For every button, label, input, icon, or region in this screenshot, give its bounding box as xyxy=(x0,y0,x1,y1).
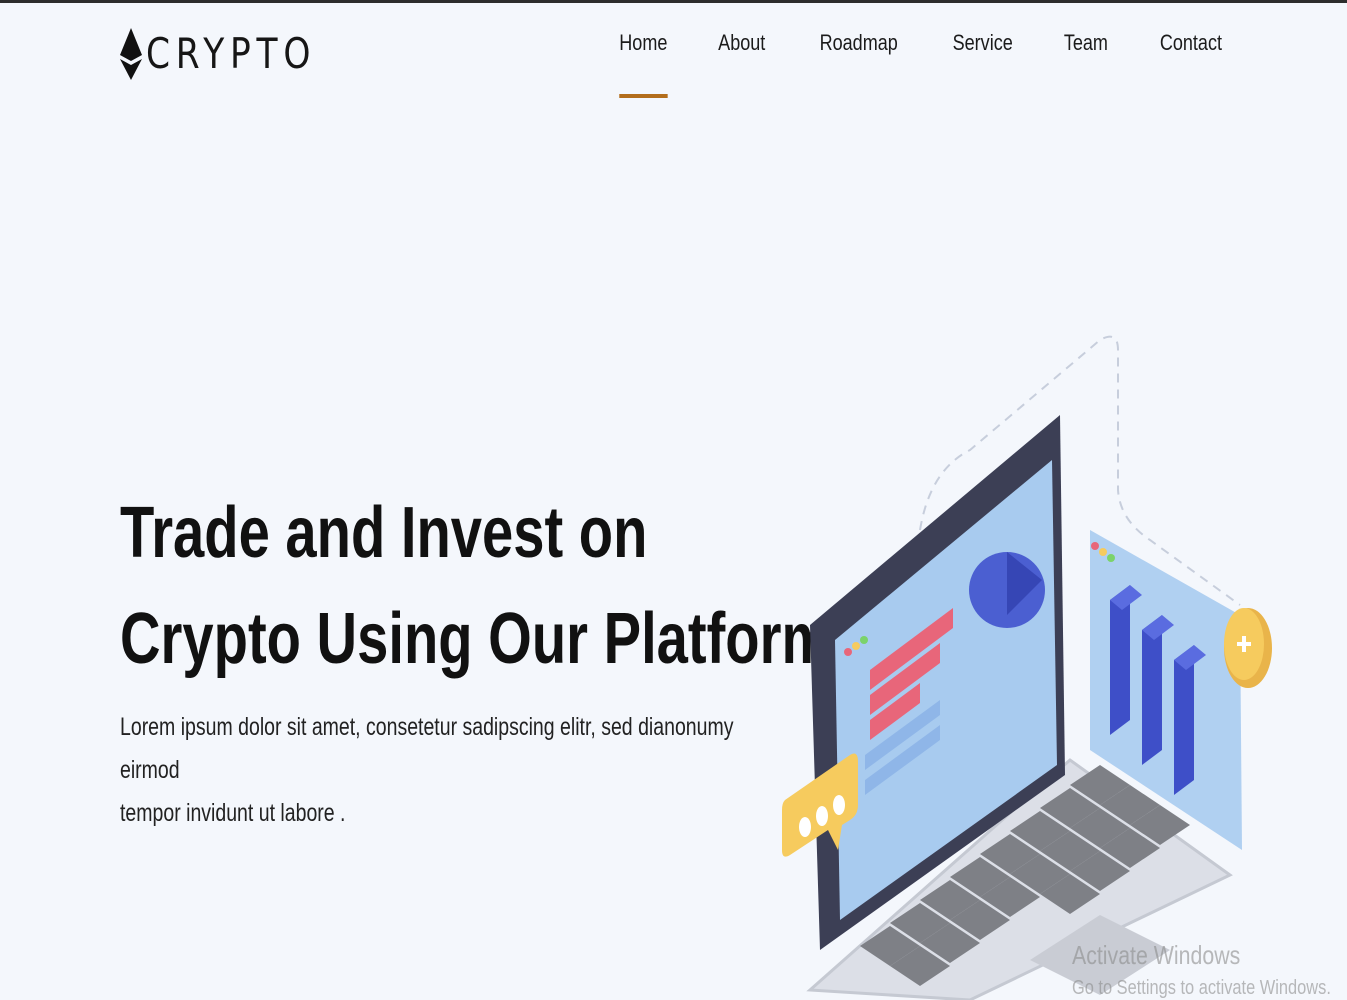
main-nav: Home About Roadmap Service Team Contact xyxy=(614,30,1229,98)
hero-description-line-1: Lorem ipsum dolor sit amet, consetetur s… xyxy=(120,713,734,784)
hero-title-line-1: Trade and Invest on xyxy=(120,493,648,573)
hero-description-line-2: tempor invidunt ut labore . xyxy=(120,799,346,827)
nav-contact[interactable]: Contact xyxy=(1160,30,1222,56)
brand-logo[interactable]: CRYPTO xyxy=(120,26,354,82)
nav-about[interactable]: About xyxy=(718,30,765,56)
logo-text: CRYPTO xyxy=(146,29,317,78)
nav-team[interactable]: Team xyxy=(1064,30,1108,56)
hero-illustration xyxy=(782,335,1272,1000)
hero-title: Trade and Invest on Crypto Using Our Pla… xyxy=(120,480,831,692)
watermark-subtitle: Go to Settings to activate Windows. xyxy=(1072,977,1331,999)
hero-description: Lorem ipsum dolor sit amet, consetetur s… xyxy=(120,706,744,835)
top-border xyxy=(0,0,1347,3)
nav-roadmap[interactable]: Roadmap xyxy=(819,30,897,56)
ethereum-logo-icon xyxy=(120,28,142,80)
nav-home[interactable]: Home xyxy=(619,30,668,98)
os-activation-watermark: Activate Windows Go to Settings to activ… xyxy=(1072,940,1331,1000)
nav-service[interactable]: Service xyxy=(953,30,1013,56)
hero-title-line-2: Crypto Using Our Platform xyxy=(120,599,832,679)
coin-icon xyxy=(1224,608,1272,688)
watermark-title: Activate Windows xyxy=(1072,940,1241,970)
